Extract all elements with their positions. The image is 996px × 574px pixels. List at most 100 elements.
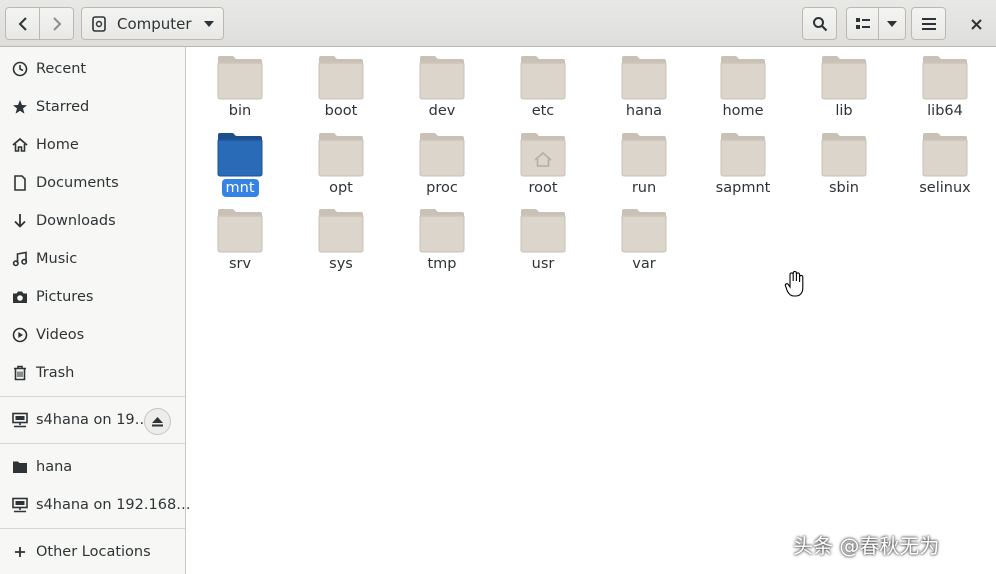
file-name: opt [329, 180, 353, 196]
folder-icon [318, 209, 364, 253]
folder-icon [419, 56, 465, 100]
file-name: sapmnt [715, 180, 771, 196]
file-item[interactable]: sapmnt [690, 124, 786, 196]
file-item[interactable]: srv [187, 200, 283, 272]
file-item[interactable]: sys [288, 200, 384, 272]
folder-icon [621, 209, 667, 253]
folder-icon [217, 133, 263, 177]
view-options-button[interactable] [878, 7, 906, 40]
file-name: srv [228, 256, 252, 272]
chevron-down-icon [887, 20, 897, 27]
file-item[interactable]: lib [791, 47, 887, 119]
sidebar: Recent Starred Home Documents Downloads … [0, 47, 191, 574]
file-item[interactable]: sbin [791, 124, 887, 196]
sidebar-item-label: Music [36, 251, 78, 267]
close-window-button[interactable] [964, 12, 988, 36]
folder-icon [621, 56, 667, 100]
folder-icon [520, 56, 566, 100]
sidebar-item-starred[interactable]: Starred [0, 89, 185, 125]
file-item[interactable]: dev [389, 47, 485, 119]
file-item[interactable]: var [591, 200, 687, 272]
file-item[interactable]: bin [187, 47, 283, 119]
sidebar-item-recent[interactable]: Recent [0, 51, 185, 87]
sidebar-item-network-mount[interactable]: s4hana on 19… [0, 402, 185, 438]
file-name: sys [329, 256, 353, 272]
sidebar-item-trash[interactable]: Trash [0, 355, 185, 391]
sidebar-item-label: s4hana on 192.168… [36, 497, 191, 513]
sidebar-separator [0, 396, 185, 397]
sidebar-item-hana[interactable]: hana [0, 449, 185, 485]
folder-icon [419, 133, 465, 177]
trash-icon [14, 365, 26, 381]
sidebar-item-label: Pictures [36, 289, 94, 305]
sidebar-item-label: Home [36, 137, 79, 153]
folder-icon [821, 56, 867, 100]
chevron-left-icon [18, 16, 27, 31]
file-item[interactable]: run [591, 124, 687, 196]
sidebar-item-label: s4hana on 19… [36, 412, 150, 428]
file-item[interactable]: tmp [389, 200, 485, 272]
eject-button[interactable] [144, 408, 171, 435]
sidebar-item-pictures[interactable]: Pictures [0, 279, 185, 315]
sidebar-item-downloads[interactable]: Downloads [0, 203, 185, 239]
file-name: sbin [829, 180, 859, 196]
sidebar-item-label: hana [36, 459, 73, 475]
file-item[interactable]: proc [389, 124, 485, 196]
home-icon [12, 137, 28, 152]
star-icon [13, 100, 27, 114]
file-item[interactable]: lib64 [892, 47, 988, 119]
sidebar-item-label: Downloads [36, 213, 116, 229]
hand-cursor-icon [784, 270, 804, 297]
home-folder-icon [520, 133, 566, 177]
file-item[interactable]: mnt [187, 124, 283, 197]
file-name: tmp [427, 256, 457, 272]
document-icon [14, 175, 26, 191]
file-name: lib [835, 103, 853, 119]
file-item[interactable]: root [490, 124, 586, 196]
file-name: dev [428, 103, 456, 119]
file-item[interactable]: hana [591, 47, 687, 119]
network-drive-icon [12, 412, 28, 428]
folder-icon [720, 133, 766, 177]
location-path-button[interactable]: Computer [81, 7, 224, 40]
sidebar-item-network-bookmark[interactable]: s4hana on 192.168… [0, 487, 191, 523]
sidebar-item-label: Starred [36, 99, 90, 115]
forward-button[interactable] [39, 7, 74, 40]
close-icon [970, 18, 982, 30]
file-name: root [528, 180, 558, 196]
file-item[interactable]: etc [490, 47, 586, 119]
sidebar-separator [0, 528, 185, 529]
view-mode-button[interactable] [846, 7, 879, 40]
folder-icon [922, 133, 968, 177]
sidebar-item-label: Other Locations [36, 544, 151, 560]
network-drive-icon [12, 497, 28, 513]
search-icon [812, 16, 827, 31]
folder-icon [419, 209, 465, 253]
sidebar-item-documents[interactable]: Documents [0, 165, 185, 201]
sidebar-item-videos[interactable]: Videos [0, 317, 185, 353]
file-name: boot [324, 103, 358, 119]
file-item[interactable]: opt [288, 124, 384, 196]
file-name: run [631, 180, 657, 196]
menu-button[interactable] [911, 7, 946, 40]
folder-icon [318, 56, 364, 100]
back-button[interactable] [5, 7, 40, 40]
sidebar-item-other-locations[interactable]: Other Locations [0, 534, 185, 570]
sidebar-item-home[interactable]: Home [0, 127, 185, 163]
file-grid: bin boot dev etc hana home lib lib64 mnt opt proc r… [187, 47, 996, 574]
sidebar-item-label: Trash [36, 365, 75, 381]
sidebar-item-music[interactable]: Music [0, 241, 185, 277]
header-bar: Computer [0, 0, 996, 47]
camera-icon [13, 291, 27, 303]
file-item[interactable]: usr [490, 200, 586, 272]
drive-icon [92, 15, 106, 32]
chevron-right-icon [52, 16, 61, 31]
file-name: mnt [187, 179, 293, 197]
file-item[interactable]: home [690, 47, 786, 119]
folder-icon [621, 133, 667, 177]
sidebar-item-label: Documents [36, 175, 119, 191]
file-name: hana [625, 103, 663, 119]
search-button[interactable] [802, 7, 837, 40]
file-item[interactable]: selinux [892, 124, 988, 196]
file-item[interactable]: boot [288, 47, 384, 119]
